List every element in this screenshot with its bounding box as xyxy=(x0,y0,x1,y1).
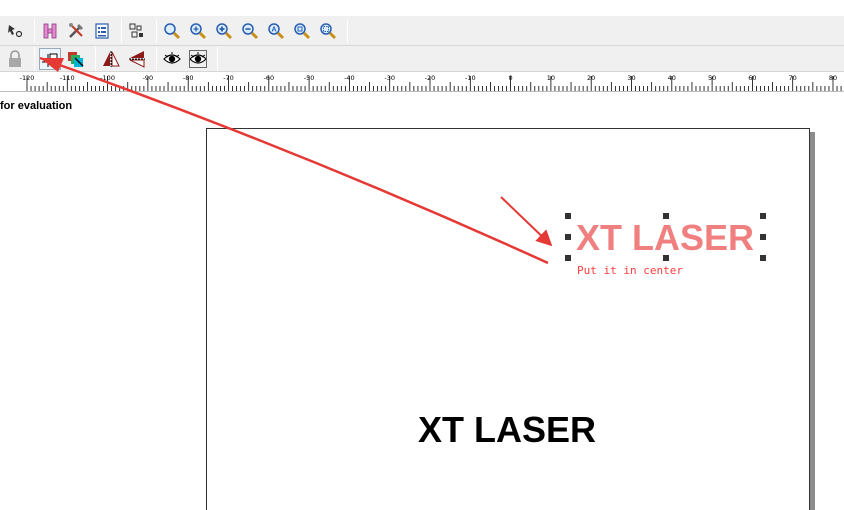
eye-icon-2 xyxy=(189,49,207,68)
ruler-label: 10 xyxy=(547,74,555,82)
selection-handle[interactable] xyxy=(760,255,766,261)
zoom-selection-button[interactable] xyxy=(317,20,339,42)
work-page[interactable] xyxy=(206,128,810,510)
ruler-label: 60 xyxy=(748,74,756,82)
zoom-page-icon xyxy=(294,22,311,39)
main-toolbar: A xyxy=(0,0,844,46)
h-tool-icon xyxy=(43,23,57,38)
ruler-scale: -120 -110 -100 -90 -80 -70 -60 -50 -40 -30 -20 -10 0… xyxy=(20,74,842,91)
selection-handle[interactable] xyxy=(760,234,766,240)
list-icon xyxy=(95,22,109,39)
tools-button[interactable] xyxy=(65,20,87,42)
node-edit-icon xyxy=(8,24,23,37)
preview-button-2[interactable] xyxy=(187,48,209,70)
ruler-label: 70 xyxy=(789,74,797,82)
selection-handle[interactable] xyxy=(565,234,571,240)
mirror-vertical-button[interactable] xyxy=(126,48,148,70)
svg-text:A: A xyxy=(271,26,276,33)
selection-handle[interactable] xyxy=(760,213,766,219)
selected-text-object[interactable]: XT LASER xyxy=(576,218,754,258)
ruler-label: 80 xyxy=(829,74,837,82)
lock-icon xyxy=(9,49,21,67)
selection-handle[interactable] xyxy=(663,213,669,219)
ruler-label: -70 xyxy=(223,74,234,82)
shapes-button[interactable] xyxy=(126,20,148,42)
list-button[interactable] xyxy=(91,20,113,42)
annotation-note: Put it in center xyxy=(577,264,683,277)
node-edit-button[interactable] xyxy=(4,20,26,42)
zoom-page-button[interactable] xyxy=(291,20,313,42)
ruler-label: -20 xyxy=(425,74,436,82)
preview-button[interactable] xyxy=(161,48,183,70)
mirror-horizontal-icon xyxy=(103,50,120,67)
toolbar-separator xyxy=(121,18,122,43)
ruler-label: 30 xyxy=(627,74,635,82)
ruler-label: -60 xyxy=(263,74,274,82)
zoom-button[interactable] xyxy=(161,20,183,42)
ruler-label: 50 xyxy=(708,74,716,82)
zoom-all-icon: A xyxy=(268,22,285,39)
ruler-label: -80 xyxy=(183,74,194,82)
layer-color-button[interactable] xyxy=(65,48,87,70)
object-toolbar xyxy=(0,46,844,72)
ruler-label: 40 xyxy=(668,74,676,82)
main-text-object[interactable]: XT LASER xyxy=(418,410,596,450)
toolbar-separator xyxy=(217,46,218,71)
horizontal-ruler[interactable]: -120 -110 -100 -90 -80 -70 -60 -50 -40 -30 -20 -10 0… xyxy=(0,72,844,92)
toolbar-separator xyxy=(95,46,96,71)
selection-handle[interactable] xyxy=(663,255,669,261)
mirror-horizontal-button[interactable] xyxy=(100,48,122,70)
toolbar-separator xyxy=(156,46,157,71)
eye-icon xyxy=(163,51,181,64)
toolbar-separator xyxy=(34,18,35,43)
ruler-label: 0 xyxy=(509,74,513,82)
ruler-label: -40 xyxy=(344,74,355,82)
zoom-in-button-2[interactable] xyxy=(213,20,235,42)
center-align-button[interactable] xyxy=(39,47,61,70)
h-tool-button[interactable] xyxy=(39,20,61,42)
zoom-selection-icon xyxy=(320,22,337,39)
ruler-label: -10 xyxy=(465,74,476,82)
zoom-all-button[interactable]: A xyxy=(265,20,287,42)
mirror-vertical-icon xyxy=(129,50,145,68)
ruler-label: -30 xyxy=(384,74,395,82)
selection-handle[interactable] xyxy=(565,255,571,261)
ruler-label: -100 xyxy=(100,74,115,82)
center-align-icon xyxy=(42,53,58,67)
lock-button[interactable] xyxy=(4,48,26,70)
zoom-icon xyxy=(164,22,181,39)
shapes-icon xyxy=(129,23,143,37)
evaluation-label: for evaluation xyxy=(0,100,73,112)
toolbar-separator xyxy=(156,18,157,43)
ruler-label: -110 xyxy=(60,74,75,82)
ruler-label: -90 xyxy=(143,74,154,82)
layer-color-icon xyxy=(68,51,84,67)
ruler-label: -120 xyxy=(20,74,35,82)
zoom-in-icon-2 xyxy=(216,22,233,39)
ruler-label: 20 xyxy=(587,74,595,82)
tools-icon xyxy=(69,22,83,38)
toolbar-separator xyxy=(34,46,35,71)
zoom-in-icon xyxy=(190,22,207,39)
selection-handle[interactable] xyxy=(565,213,571,219)
zoom-in-button[interactable] xyxy=(187,20,209,42)
ruler-label: -50 xyxy=(304,74,315,82)
zoom-out-icon xyxy=(242,22,259,39)
laser-editor-window: A -120 -110 -100 -90 -80 -70 -60 -50 -40… xyxy=(0,0,844,510)
toolbar-separator xyxy=(347,18,348,43)
zoom-out-button[interactable] xyxy=(239,20,261,42)
